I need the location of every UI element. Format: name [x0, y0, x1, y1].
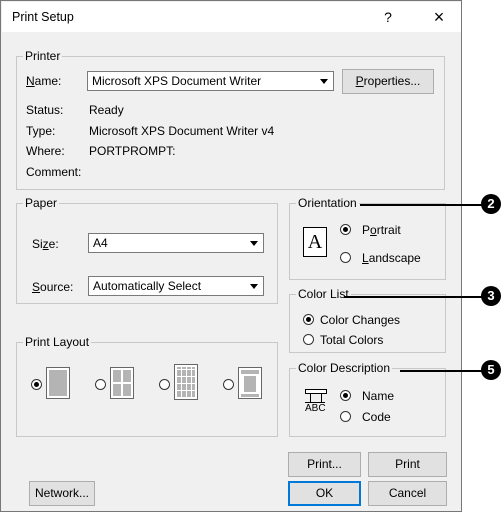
orientation-legend: Orientation	[298, 196, 357, 210]
where-label: Where:	[26, 144, 65, 158]
layout-16up-radio[interactable]	[159, 379, 170, 390]
total-colors-label[interactable]: Total Colors	[320, 333, 383, 347]
total-colors-radio[interactable]	[303, 334, 314, 345]
code-radio-label[interactable]: Code	[362, 410, 391, 424]
print-setup-dialog: Print Setup ? × Printer Name: Microsoft …	[0, 0, 462, 512]
layout-4up-radio[interactable]	[95, 379, 106, 390]
layout-1up-radio[interactable]	[31, 379, 42, 390]
network-button[interactable]: Network...	[29, 481, 95, 506]
color-changes-label[interactable]: Color Changes	[320, 313, 400, 327]
portrait-radio[interactable]	[340, 224, 351, 235]
type-value: Microsoft XPS Document Writer v4	[89, 124, 275, 138]
cancel-button[interactable]: Cancel	[368, 481, 447, 506]
orientation-icon: A	[303, 227, 327, 257]
color-description-icon: ABC	[305, 389, 327, 415]
chevron-down-icon[interactable]	[316, 73, 332, 89]
abc-text: ABC	[305, 403, 326, 414]
print-button[interactable]: Print...	[288, 452, 361, 477]
title-bar: Print Setup ? ×	[2, 2, 461, 32]
print-preview-button[interactable]: Print Preview...	[368, 452, 447, 494]
callout-badge-2: 2	[481, 194, 501, 214]
sixteen-page-icon[interactable]	[174, 364, 198, 400]
color-list-legend: Color List	[298, 287, 349, 301]
landscape-label[interactable]: Landscape	[362, 251, 421, 265]
paper-size-select[interactable]: A4	[88, 233, 264, 253]
paper-legend: Paper	[25, 196, 58, 210]
status-value: Ready	[89, 103, 124, 117]
printer-name-value: Microsoft XPS Document Writer	[92, 74, 262, 88]
framed-page-icon[interactable]	[238, 367, 262, 399]
type-label: Type:	[26, 124, 56, 138]
color-list-callout-line	[344, 296, 482, 298]
ok-button[interactable]: OK	[288, 481, 361, 506]
paper-size-value: A4	[93, 236, 108, 250]
source-label: Source:	[32, 280, 74, 294]
four-page-icon[interactable]	[110, 367, 134, 399]
landscape-radio[interactable]	[340, 252, 351, 263]
name-radio-label[interactable]: Name	[362, 389, 394, 403]
color-description-legend: Color Description	[298, 361, 391, 375]
orientation-callout-line	[360, 204, 482, 206]
window-title: Print Setup	[12, 10, 74, 24]
paper-source-select[interactable]: Automatically Select	[88, 276, 264, 296]
printer-legend: Printer	[25, 49, 61, 63]
close-button[interactable]: ×	[424, 6, 454, 28]
callout-badge-3: 3	[481, 286, 501, 306]
name-radio[interactable]	[340, 390, 351, 401]
properties-button[interactable]: Properties...	[342, 69, 434, 94]
color-description-callout-line	[400, 370, 482, 372]
code-radio[interactable]	[340, 411, 351, 422]
portrait-label[interactable]: Portrait	[362, 223, 401, 237]
layout-full-radio[interactable]	[223, 379, 234, 390]
comment-label: Comment:	[26, 165, 82, 179]
status-label: Status:	[26, 103, 64, 117]
help-button[interactable]: ?	[373, 6, 403, 28]
print-layout-legend: Print Layout	[25, 335, 90, 349]
single-page-icon[interactable]	[46, 367, 70, 399]
callout-badge-5: 5	[481, 360, 501, 380]
color-changes-radio[interactable]	[303, 314, 314, 325]
chevron-down-icon[interactable]	[246, 235, 262, 251]
paper-source-value: Automatically Select	[93, 279, 202, 293]
size-label: Size:	[32, 237, 59, 251]
name-label: Name:	[26, 74, 62, 88]
chevron-down-icon[interactable]	[246, 278, 262, 294]
where-value: PORTPROMPT:	[89, 144, 176, 158]
printer-name-select[interactable]: Microsoft XPS Document Writer	[87, 71, 334, 91]
